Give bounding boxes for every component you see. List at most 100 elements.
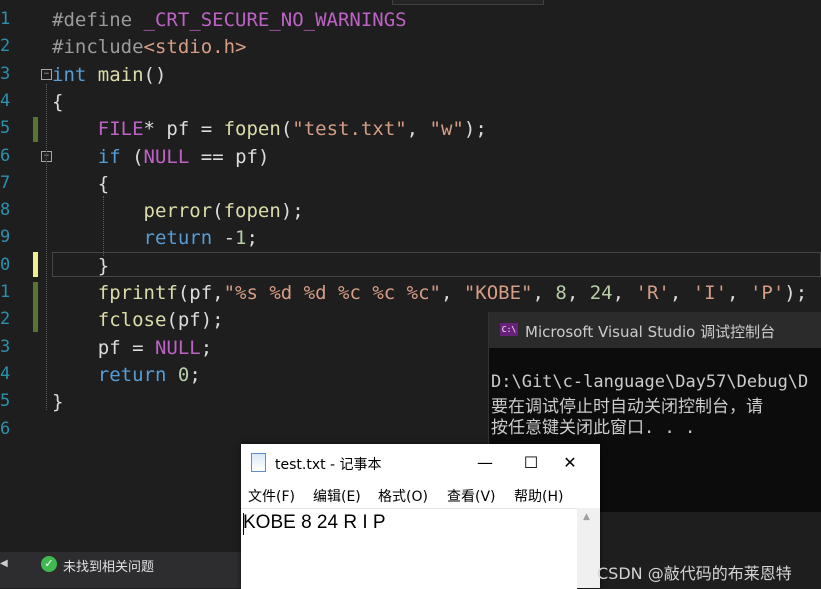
line-number: 4 bbox=[0, 90, 11, 111]
code-line[interactable]: } bbox=[52, 389, 63, 416]
code-token: NULL bbox=[154, 336, 201, 359]
minimize-button[interactable]: — bbox=[462, 448, 508, 478]
code-token: { bbox=[52, 172, 110, 195]
code-line[interactable]: int main() bbox=[52, 62, 166, 89]
notepad-titlebar[interactable]: test.txt - 记事本 — ☐ ✕ bbox=[241, 444, 600, 482]
code-token: fclose bbox=[97, 309, 167, 332]
close-button[interactable]: ✕ bbox=[547, 448, 593, 478]
status-message[interactable]: 未找到相关问题 bbox=[63, 556, 154, 575]
code-token: * pf = bbox=[143, 118, 224, 141]
code-token: 'R' bbox=[635, 282, 670, 304]
line-number: 0 bbox=[0, 254, 11, 275]
code-token: , bbox=[532, 282, 556, 304]
code-token: , bbox=[669, 282, 693, 304]
line-number: 2 bbox=[0, 36, 11, 57]
code-token: "w" bbox=[429, 118, 464, 141]
code-token: 0 bbox=[177, 363, 190, 386]
code-token: 8 bbox=[555, 282, 567, 304]
code-token: fopen bbox=[223, 200, 281, 223]
code-line[interactable]: perror(fopen); bbox=[52, 198, 304, 225]
code-token: - bbox=[212, 227, 236, 250]
line-number: 3 bbox=[0, 336, 11, 357]
code-token: (pf); bbox=[166, 309, 224, 332]
console-line: 按任意键关闭此窗口. . . bbox=[491, 418, 696, 438]
line-number: 8 bbox=[0, 200, 11, 221]
code-token: ); bbox=[784, 282, 808, 304]
code-token: (pf, bbox=[177, 282, 224, 304]
code-line[interactable]: #define _CRT_SECURE_NO_WARNINGS bbox=[52, 7, 407, 34]
notepad-icon bbox=[251, 453, 266, 472]
fold-main-icon[interactable]: − bbox=[41, 69, 52, 80]
code-line[interactable]: FILE* pf = fopen("test.txt", "w"); bbox=[52, 116, 487, 143]
line-number: 2 bbox=[0, 309, 11, 330]
code-line[interactable]: fclose(pf); bbox=[52, 307, 224, 334]
console-line: D:\Git\c-language\Day57\Debug\D bbox=[491, 372, 809, 392]
code-token: 1 bbox=[235, 227, 247, 250]
editor-tab-fragment[interactable] bbox=[392, 0, 544, 5]
code-line[interactable]: if (NULL == pf) bbox=[52, 144, 270, 171]
notepad-text-area[interactable]: KOBE 8 24 R I P bbox=[241, 508, 577, 589]
code-token: fprintf bbox=[97, 282, 178, 304]
menu-file[interactable]: 文件(F) bbox=[248, 486, 295, 506]
code-token: ; bbox=[200, 336, 213, 359]
change-bar-saved bbox=[33, 117, 38, 142]
code-token: , bbox=[612, 282, 636, 304]
line-number: 5 bbox=[0, 391, 11, 412]
line-number: 1 bbox=[0, 282, 11, 302]
code-token: ); bbox=[463, 118, 487, 141]
change-bar-saved-2 bbox=[33, 282, 38, 332]
line-number: 3 bbox=[0, 63, 11, 84]
code-line[interactable]: return -1; bbox=[52, 225, 258, 252]
scroll-left-icon[interactable]: ◀ bbox=[0, 558, 8, 569]
code-token: perror bbox=[143, 200, 213, 223]
check-circle-icon: ✓ bbox=[41, 556, 57, 572]
menu-view[interactable]: 查看(V) bbox=[447, 486, 496, 506]
line-number: 5 bbox=[0, 118, 11, 139]
menu-format[interactable]: 格式(O) bbox=[378, 486, 428, 506]
menu-help[interactable]: 帮助(H) bbox=[514, 486, 563, 506]
code-token: fopen bbox=[223, 118, 281, 141]
console-app-icon: C:\ bbox=[500, 323, 518, 336]
console-titlebar[interactable]: C:\ Microsoft Visual Studio 调试控制台 bbox=[489, 312, 821, 348]
code-token: , bbox=[440, 282, 464, 304]
code-token: ; bbox=[246, 227, 258, 250]
notepad-window[interactable]: test.txt - 记事本 — ☐ ✕ 文件(F) 编辑(E) 格式(O) 查… bbox=[241, 444, 600, 589]
code-token: 'I' bbox=[692, 282, 728, 304]
line-number: 6 bbox=[0, 418, 11, 439]
console-title: Microsoft Visual Studio 调试控制台 bbox=[525, 323, 776, 341]
code-line[interactable]: #include<stdio.h> bbox=[52, 34, 246, 61]
change-bar-unsaved bbox=[33, 252, 38, 277]
code-token: == pf) bbox=[189, 145, 270, 168]
code-token: FILE bbox=[97, 118, 144, 141]
code-token: main bbox=[97, 63, 144, 86]
notepad-title: test.txt - 记事本 bbox=[275, 457, 382, 473]
code-line[interactable]: fprintf(pf,"%s %d %d %c %c %c", "KOBE", … bbox=[52, 280, 807, 307]
code-token: , bbox=[406, 118, 430, 141]
line-number: 6 bbox=[0, 145, 11, 166]
code-token: return bbox=[143, 227, 213, 250]
code-token: , bbox=[566, 282, 590, 304]
indent-guide-main bbox=[46, 84, 47, 410]
code-token: if bbox=[97, 145, 121, 168]
menu-edit[interactable]: 编辑(E) bbox=[313, 486, 361, 506]
code-token: } bbox=[52, 391, 64, 414]
code-token: "%s %d %d %c %c %c" bbox=[223, 282, 441, 304]
code-token: "test.txt" bbox=[292, 118, 407, 141]
code-token: ( bbox=[212, 200, 224, 223]
code-token: 'P' bbox=[749, 282, 785, 304]
current-line-highlight bbox=[52, 252, 821, 277]
code-line[interactable]: pf = NULL; bbox=[52, 335, 212, 362]
code-line[interactable]: return 0; bbox=[52, 362, 201, 389]
code-token: ( bbox=[280, 118, 293, 141]
code-line[interactable]: { bbox=[52, 89, 63, 116]
scroll-up-icon[interactable]: ▲ bbox=[583, 512, 590, 522]
code-line[interactable]: { bbox=[52, 171, 109, 198]
code-token: ( bbox=[120, 145, 144, 168]
notepad-content: KOBE 8 24 R I P bbox=[243, 512, 386, 533]
